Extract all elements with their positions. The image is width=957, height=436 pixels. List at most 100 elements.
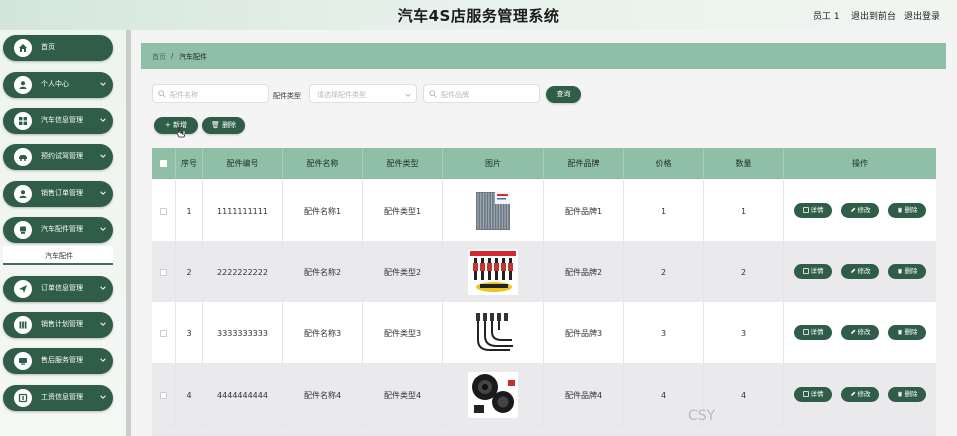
row-qty: 4 bbox=[704, 364, 784, 426]
row-select-cell[interactable] bbox=[152, 364, 176, 426]
sidebar-item-1[interactable]: 个人中心 bbox=[3, 72, 113, 98]
sidebar-scrollbar[interactable] bbox=[126, 30, 131, 436]
row-brand: 配件品牌1 bbox=[544, 180, 624, 242]
header-index: 序号 bbox=[176, 148, 203, 179]
detail-button[interactable]: 详情 bbox=[794, 325, 832, 340]
header-price: 价格 bbox=[624, 148, 704, 179]
search-icon bbox=[158, 90, 166, 98]
sidebar-subitem-label: 汽车配件 bbox=[45, 252, 73, 260]
table-header: 序号 配件编号 配件名称 配件类型 图片 配件品牌 价格 数量 操作 bbox=[152, 148, 936, 179]
sidebar-item-6[interactable]: 订单信息管理 bbox=[3, 276, 113, 302]
chevron-down-icon bbox=[100, 118, 106, 122]
sidebar-item-9[interactable]: 工资信息管理 bbox=[3, 385, 113, 411]
plan-icon bbox=[14, 316, 32, 334]
plus-icon: + bbox=[164, 121, 174, 129]
chevron-down-icon bbox=[100, 395, 106, 399]
hand-cursor-icon bbox=[176, 127, 185, 138]
breadcrumb-separator: / bbox=[171, 52, 174, 60]
part-type-select[interactable]: 请选择配件类型 bbox=[309, 84, 417, 103]
detail-button[interactable]: 详情 bbox=[794, 203, 832, 218]
detail-button[interactable]: 详情 bbox=[794, 387, 832, 402]
row-delete-button[interactable]: 删除 bbox=[888, 387, 926, 402]
row-brand: 配件品牌4 bbox=[544, 364, 624, 426]
part-brand-input[interactable]: 配件品牌 bbox=[423, 84, 540, 103]
part-type-label: 配件类型 bbox=[273, 92, 301, 100]
logout-link[interactable]: 退出登录 bbox=[904, 9, 940, 22]
row-name: 配件名称2 bbox=[283, 241, 363, 303]
user-label: 员工 1 bbox=[813, 12, 840, 22]
row-delete-button[interactable]: 删除 bbox=[888, 264, 926, 279]
home-icon bbox=[14, 39, 32, 57]
edit-button[interactable]: 修改 bbox=[841, 264, 879, 279]
table-row: 4 4444444444 配件名称4 配件类型4 配件品牌4 4 4 详情 修改 删除 bbox=[152, 364, 936, 426]
part-image bbox=[468, 188, 518, 234]
chevron-down-icon bbox=[100, 191, 106, 195]
trash-icon bbox=[897, 268, 902, 274]
sidebar-item-8[interactable]: 售后服务管理 bbox=[3, 348, 113, 374]
row-checkbox[interactable] bbox=[160, 268, 167, 276]
user-icon bbox=[14, 76, 32, 94]
row-qty: 2 bbox=[704, 241, 784, 303]
sidebar-item-0[interactable]: 首页 bbox=[3, 35, 113, 61]
service-icon bbox=[14, 352, 32, 370]
chevron-down-icon bbox=[405, 93, 411, 97]
part-name-placeholder: 配件名称 bbox=[170, 91, 198, 99]
sidebar-item-7[interactable]: 销售计划管理 bbox=[3, 312, 113, 338]
part-image bbox=[468, 310, 518, 356]
sidebar-item-label: 订单信息管理 bbox=[41, 284, 83, 292]
row-checkbox[interactable] bbox=[160, 207, 167, 215]
plane-icon bbox=[14, 280, 32, 298]
row-index: 2 bbox=[176, 241, 203, 303]
header-brand: 配件品牌 bbox=[544, 148, 624, 179]
back-to-front-link[interactable]: 退出到前台 bbox=[851, 9, 896, 22]
sidebar-item-5[interactable]: 汽车配件管理 bbox=[3, 217, 113, 243]
row-name: 配件名称3 bbox=[283, 302, 363, 364]
watermark: CSY bbox=[688, 408, 716, 424]
row-select-cell[interactable] bbox=[152, 302, 176, 364]
row-type: 配件类型2 bbox=[363, 241, 443, 303]
sidebar-item-2[interactable]: 汽车信息管理 bbox=[3, 108, 113, 134]
row-delete-button[interactable]: 删除 bbox=[888, 325, 926, 340]
delete-button[interactable]: 🗑 删除 bbox=[202, 117, 245, 134]
query-button[interactable]: 查询 bbox=[546, 86, 581, 103]
edit-button-label: 修改 bbox=[857, 267, 871, 275]
edit-button[interactable]: 修改 bbox=[841, 387, 879, 402]
sidebar-item-4[interactable]: 销售订单管理 bbox=[3, 181, 113, 207]
trash-icon bbox=[897, 329, 902, 335]
edit-button[interactable]: 修改 bbox=[841, 203, 879, 218]
part-image bbox=[468, 372, 518, 418]
row-brand: 配件品牌2 bbox=[544, 241, 624, 303]
sidebar-subitem-parts[interactable]: 汽车配件 bbox=[3, 246, 113, 265]
edit-icon bbox=[850, 268, 855, 273]
row-name: 配件名称4 bbox=[283, 364, 363, 426]
edit-icon bbox=[850, 391, 855, 396]
row-image-cell bbox=[443, 241, 544, 303]
row-index: 1 bbox=[176, 180, 203, 242]
breadcrumb-home[interactable]: 首页 bbox=[152, 52, 166, 62]
row-image-cell bbox=[443, 364, 544, 426]
row-select-cell[interactable] bbox=[152, 241, 176, 303]
breadcrumb: 首页 / 汽车配件 bbox=[141, 43, 946, 69]
select-all-checkbox[interactable] bbox=[160, 160, 167, 167]
header-type: 配件类型 bbox=[363, 148, 443, 179]
chevron-down-icon bbox=[100, 227, 106, 231]
detail-icon bbox=[802, 268, 809, 274]
detail-button-label: 详情 bbox=[810, 206, 824, 214]
sidebar-item-3[interactable]: 预约试驾管理 bbox=[3, 144, 113, 170]
select-all-cell[interactable] bbox=[152, 148, 176, 179]
breadcrumb-current: 汽车配件 bbox=[179, 53, 207, 61]
part-name-input[interactable]: 配件名称 bbox=[152, 84, 269, 103]
row-price: 3 bbox=[624, 302, 704, 364]
row-checkbox[interactable] bbox=[160, 329, 167, 337]
row-select-cell[interactable] bbox=[152, 180, 176, 242]
detail-icon bbox=[802, 329, 809, 335]
row-delete-button[interactable]: 删除 bbox=[888, 203, 926, 218]
row-code: 1111111111 bbox=[203, 180, 283, 242]
row-checkbox[interactable] bbox=[160, 391, 167, 399]
detail-button[interactable]: 详情 bbox=[794, 264, 832, 279]
edit-button[interactable]: 修改 bbox=[841, 325, 879, 340]
row-price: 1 bbox=[624, 180, 704, 242]
table-row: 2 2222222222 配件名称2 配件类型2 配件品牌2 2 2 详情 修改 删除 bbox=[152, 241, 936, 303]
row-price: 2 bbox=[624, 241, 704, 303]
edit-icon bbox=[850, 329, 855, 334]
